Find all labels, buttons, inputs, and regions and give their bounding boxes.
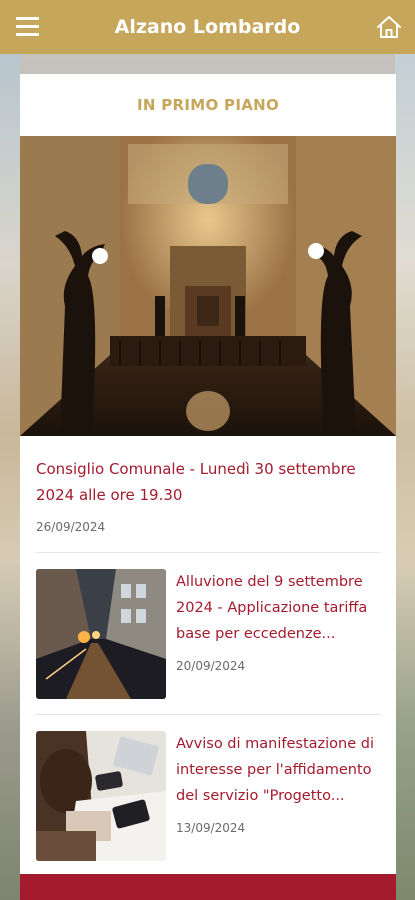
- app-header: Alzano Lombardo: [0, 0, 415, 54]
- featured-news-title[interactable]: Consiglio Comunale - Lunedì 30 settembre…: [36, 456, 380, 508]
- divider: [36, 552, 380, 553]
- news-title[interactable]: Alluvione del 9 settembre 2024 - Applica…: [176, 569, 380, 647]
- news-item[interactable]: Avviso di manifestazione di interesse pe…: [36, 731, 380, 862]
- news-date: 20/09/2024: [176, 659, 246, 673]
- background-left: [0, 54, 20, 900]
- featured-image[interactable]: [20, 136, 396, 436]
- news-thumbnail: [36, 569, 166, 699]
- news-title[interactable]: Avviso di manifestazione di interesse pe…: [176, 731, 380, 809]
- news-item[interactable]: Alluvione del 9 settembre 2024 - Applica…: [36, 569, 380, 700]
- background-right: [395, 54, 415, 900]
- hamburger-menu-icon[interactable]: [16, 17, 39, 36]
- news-date: 13/09/2024: [176, 821, 246, 835]
- bottom-bar[interactable]: [20, 874, 396, 900]
- divider: [36, 714, 380, 715]
- news-card: IN PRIMO PIANO Consiglio Comunale - Lune…: [20, 74, 396, 900]
- section-title: IN PRIMO PIANO: [136, 96, 280, 114]
- app-title: Alzano Lombardo: [114, 16, 301, 38]
- featured-news-date: 26/09/2024: [36, 520, 106, 534]
- home-icon[interactable]: [376, 14, 402, 40]
- news-thumbnail: [36, 731, 166, 861]
